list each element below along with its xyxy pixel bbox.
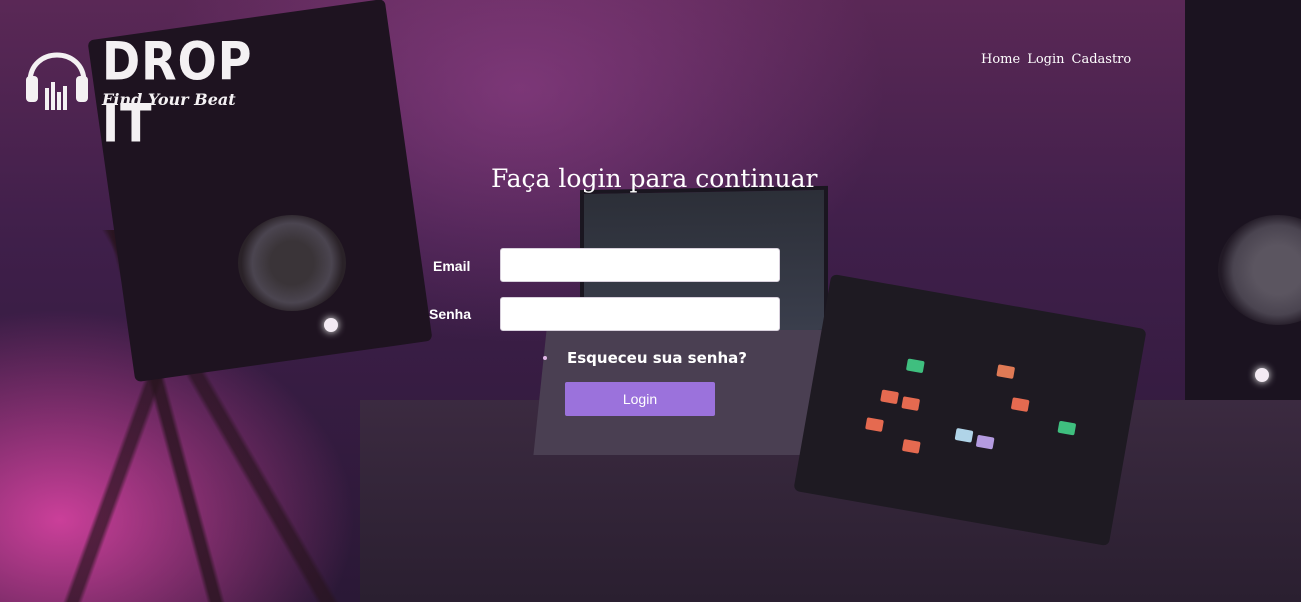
password-label: Senha: [429, 306, 472, 322]
list-bullet: [543, 356, 547, 360]
email-field[interactable]: [500, 248, 780, 282]
speaker-woofer-left: [238, 215, 346, 311]
top-nav: Home Login Cadastro: [981, 52, 1131, 67]
page-title: Faça login para continuar: [491, 164, 818, 193]
forgot-password-link[interactable]: Esqueceu sua senha?: [567, 349, 747, 367]
lamp-light: [1255, 368, 1269, 382]
login-page: DROP IT Find Your Beat Home Login Cadast…: [0, 0, 1301, 602]
headphones-icon: [26, 52, 88, 110]
brand-logo[interactable]: DROP IT Find Your Beat: [22, 26, 262, 154]
lamp-light: [324, 318, 338, 332]
email-label: Email: [433, 258, 471, 274]
nav-login-link[interactable]: Login: [1027, 52, 1064, 67]
password-field[interactable]: [500, 297, 780, 331]
nav-cadastro-link[interactable]: Cadastro: [1072, 52, 1132, 67]
login-button[interactable]: Login: [565, 382, 715, 416]
brand-tagline: Find Your Beat: [102, 90, 236, 109]
nav-home-link[interactable]: Home: [981, 52, 1020, 67]
